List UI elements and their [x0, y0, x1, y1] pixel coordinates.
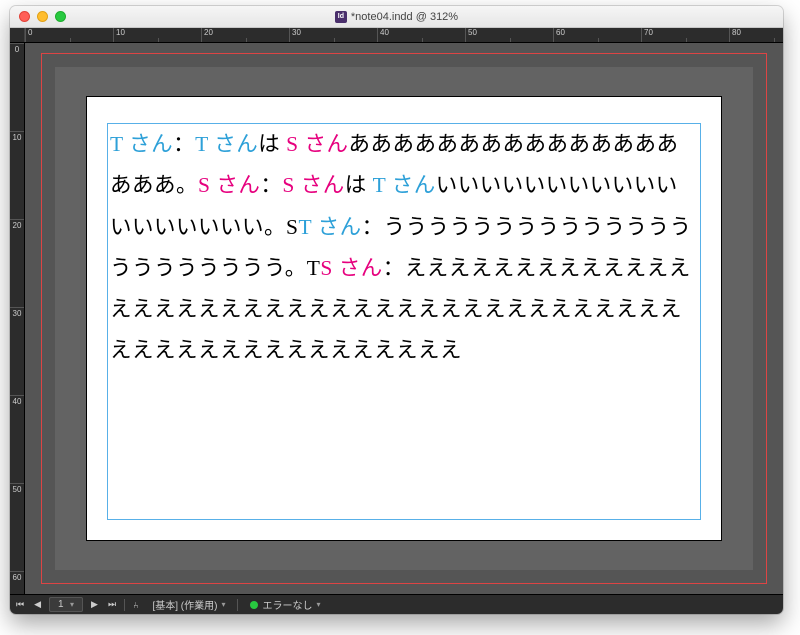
last-page-icon[interactable]: ⏭	[106, 599, 118, 610]
chevron-down-icon: ▾	[316, 600, 320, 609]
text-run: ：	[260, 173, 282, 197]
ruler-corner[interactable]	[10, 28, 25, 43]
status-ok-icon	[250, 601, 258, 609]
story-text[interactable]: T さん：T さんは S さんああああああああああああああああああ。S さん：S…	[108, 124, 700, 372]
text-run: T さん	[110, 132, 173, 156]
first-page-icon[interactable]: ⏮	[14, 599, 26, 610]
open-panel-icon[interactable]: ⑃	[131, 600, 140, 610]
text-run: S	[286, 215, 298, 239]
text-run: T さん	[195, 132, 258, 156]
text-run: S さん	[282, 173, 344, 197]
canvas[interactable]: T さん：T さんは S さんああああああああああああああああああ。S さん：S…	[25, 43, 783, 594]
text-run: S さん	[280, 132, 348, 156]
ruler-h-tick: 40	[377, 28, 465, 42]
separator	[124, 599, 125, 611]
ruler-v-tick: 20	[10, 219, 24, 307]
ruler-v-tick: 40	[10, 395, 24, 483]
window-title: Id *note04.indd @ 312%	[10, 11, 783, 23]
text-run: ：	[173, 132, 195, 156]
text-run: は	[345, 173, 367, 197]
style-label: [基本] (作業用)	[152, 597, 217, 612]
pasteboard: T さん：T さんは S さんああああああああああああああああああ。S さん：S…	[25, 43, 783, 594]
prev-page-icon[interactable]: ◀	[32, 599, 43, 610]
app-window: Id *note04.indd @ 312% 0 10 20 30 40 50 …	[10, 6, 783, 614]
window-title-text: *note04.indd @ 312%	[351, 11, 458, 23]
page-number-value: 1	[58, 599, 64, 610]
preflight-dropdown[interactable]: エラーなし ▾	[244, 596, 326, 613]
ruler-h-tick: 60	[553, 28, 641, 42]
text-frame[interactable]: T さん：T さんは S さんああああああああああああああああああ。S さん：S…	[107, 123, 701, 520]
ruler-v-tick: 0	[10, 43, 24, 131]
text-run: は	[258, 132, 280, 156]
ruler-h-tick: 20	[201, 28, 289, 42]
page-number-field[interactable]: 1 ▾	[49, 597, 83, 612]
ruler-v-tick: 60	[10, 571, 24, 594]
titlebar: Id *note04.indd @ 312%	[10, 6, 783, 28]
chevron-down-icon: ▾	[221, 600, 225, 609]
next-page-icon[interactable]: ▶	[89, 599, 100, 610]
text-run: S さん	[198, 173, 260, 197]
chevron-down-icon: ▾	[70, 600, 74, 609]
text-run: T さん	[298, 215, 361, 239]
ruler-h-tick: 0	[25, 28, 113, 42]
document-page[interactable]: T さん：T さんは S さんああああああああああああああああああ。S さん：S…	[87, 97, 721, 540]
ruler-v-tick: 10	[10, 131, 24, 219]
ruler-v-tick: 50	[10, 483, 24, 571]
ruler-vertical[interactable]: 0 10 20 30 40 50 60	[10, 43, 25, 594]
ruler-h-tick: 50	[465, 28, 553, 42]
workarea: 0 10 20 30 40 50 60 T さん：T さんは S さんあああああ…	[10, 43, 783, 594]
status-bar: ⏮ ◀ 1 ▾ ▶ ⏭ ⑃ [基本] (作業用) ▾ エラーなし ▾	[10, 594, 783, 614]
style-dropdown[interactable]: [基本] (作業用) ▾	[146, 596, 231, 613]
text-run: S さん	[320, 256, 382, 280]
indesign-doc-icon: Id	[335, 11, 347, 23]
ruler-horizontal[interactable]: 0 10 20 30 40 50 60 70 80	[10, 28, 783, 43]
preflight-label: エラーなし	[262, 597, 312, 612]
text-run: T	[307, 256, 321, 280]
ruler-h-tick: 70	[641, 28, 729, 42]
ruler-h-tick: 30	[289, 28, 377, 42]
text-run: T さん	[367, 173, 436, 197]
ruler-h-tick: 10	[113, 28, 201, 42]
separator	[237, 599, 238, 611]
ruler-h-tick: 80	[729, 28, 783, 42]
ruler-v-tick: 30	[10, 307, 24, 395]
